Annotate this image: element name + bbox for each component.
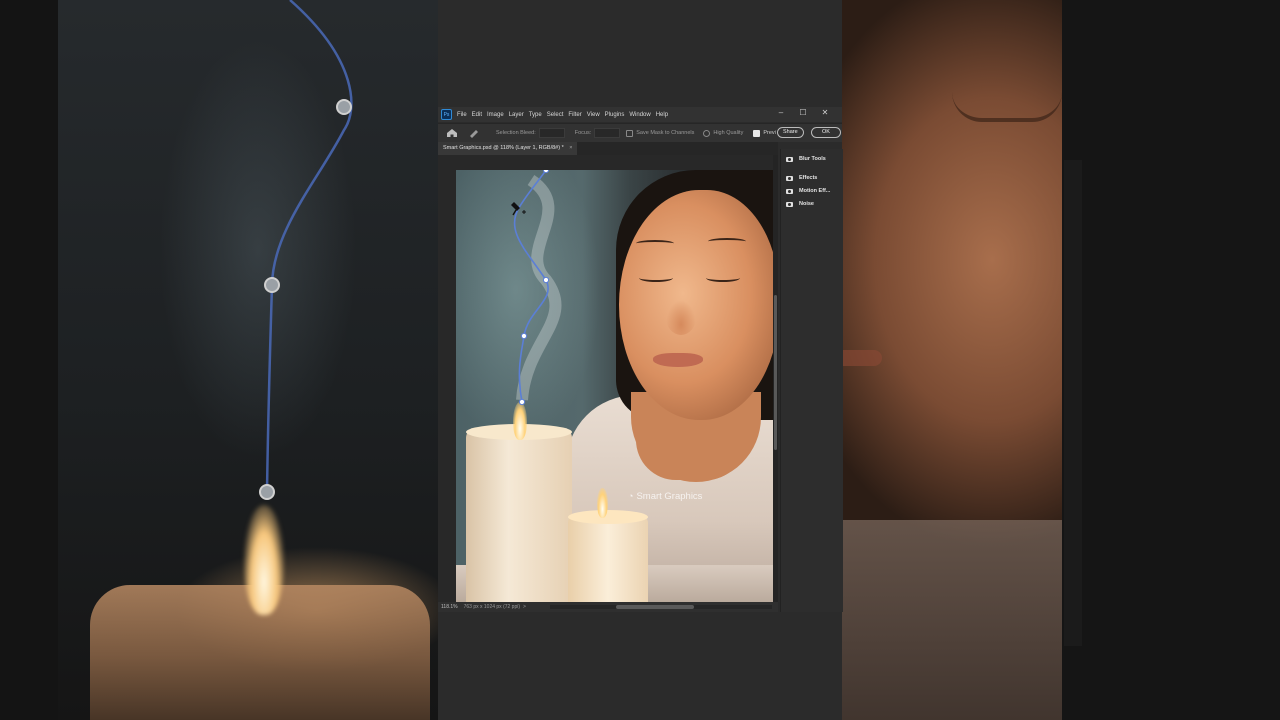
blurred-anchor-point	[336, 99, 352, 115]
selection-bleed-input[interactable]	[538, 128, 565, 138]
vertical-scrollbar[interactable]	[773, 155, 778, 602]
minimize-button[interactable]: –	[770, 107, 792, 119]
menu-layer[interactable]: Layer	[509, 112, 524, 118]
panel-toggle-icon[interactable]	[786, 188, 793, 194]
document-dimensions: 763 px x 1024 px (72 ppi)	[463, 604, 521, 610]
document-tab-bar: Smart Graphics.psd @ 118% (Layer 1, RGB/…	[438, 142, 778, 155]
focus-label: Focus:	[574, 130, 592, 136]
menu-type[interactable]: Type	[529, 112, 542, 118]
save-mask-label: Save Mask to Channels	[636, 130, 695, 136]
watermark: ◔ Smart Graphics	[628, 491, 702, 502]
document-tab[interactable]: Smart Graphics.psd @ 118% (Layer 1, RGB/…	[438, 142, 578, 155]
selection-bleed-label: Selection Bleed:	[496, 130, 536, 136]
blurred-anchor-point	[264, 277, 280, 293]
background-right-blurred	[842, 0, 1062, 720]
maximize-button[interactable]: ☐	[792, 107, 814, 119]
menu-help[interactable]: Help	[656, 112, 668, 118]
panel-item-label: Noise	[799, 201, 814, 207]
high-quality-checkbox[interactable]	[703, 129, 711, 137]
horizontal-scrollbar[interactable]	[550, 605, 772, 609]
pin-cursor-icon	[511, 202, 526, 216]
zoom-level[interactable]: 118.1%	[441, 604, 458, 610]
blurred-sweater	[842, 520, 1062, 720]
panel-toggle-icon[interactable]	[786, 175, 793, 181]
tab-close-icon[interactable]: ×	[569, 145, 572, 151]
watermark-text: Smart Graphics	[636, 491, 703, 502]
path-anchor-point[interactable]	[542, 276, 550, 284]
panel-toggle-icon[interactable]	[786, 156, 793, 162]
ok-button[interactable]: OK	[811, 127, 841, 138]
window-controls: – ☐ ✕	[770, 107, 836, 119]
background-left-blurred	[58, 0, 438, 720]
smart-graphics-logo-icon: ◔	[628, 491, 634, 501]
menu-window[interactable]: Window	[629, 112, 650, 118]
menu-select[interactable]: Select	[547, 112, 564, 118]
menu-view[interactable]: View	[587, 112, 600, 118]
path-anchor-point[interactable]	[520, 332, 528, 340]
vertical-scroll-thumb[interactable]	[774, 295, 777, 450]
photoshop-window: Ps File Edit Image Layer Type Select Fil…	[438, 0, 843, 720]
blurred-lips	[842, 350, 882, 366]
panel-item-label: Blur Tools	[799, 156, 826, 162]
preview-label: Previ	[763, 130, 776, 136]
panel-item-label: Motion Eff...	[799, 188, 831, 194]
blurred-path-overlay	[259, 0, 353, 500]
status-arrow-icon[interactable]: >	[523, 604, 526, 610]
path-anchor-point[interactable]	[518, 398, 526, 406]
home-icon[interactable]	[446, 128, 458, 138]
panel-item-blur-tools[interactable]: Blur Tools	[786, 154, 826, 164]
menu-items: File Edit Image Layer Type Select Filter…	[457, 112, 673, 118]
options-bar: Selection Bleed: Focus: Save Mask to Cha…	[438, 123, 842, 142]
blurred-anchor-point	[259, 484, 275, 500]
high-quality-label: High Quality	[713, 130, 744, 136]
document-image[interactable]: ◔ Smart Graphics	[456, 170, 773, 603]
panel-item-label: Effects	[799, 175, 818, 181]
preview-checkbox[interactable]	[753, 129, 761, 137]
panel-item-noise[interactable]: Noise	[786, 199, 814, 209]
smoke-path-overlay[interactable]	[456, 170, 773, 603]
focus-input[interactable]	[594, 128, 621, 138]
menu-image[interactable]: Image	[487, 112, 504, 118]
share-button[interactable]: Share	[777, 127, 804, 138]
horizontal-scroll-thumb[interactable]	[616, 605, 694, 609]
blur-brush-tool-icon[interactable]	[468, 128, 478, 138]
menu-file[interactable]: File	[457, 112, 467, 118]
path-anchor-point[interactable]	[542, 170, 550, 174]
menu-plugins[interactable]: Plugins	[605, 112, 625, 118]
document-tab-label: Smart Graphics.psd @ 118% (Layer 1, RGB/…	[443, 145, 564, 151]
photoshop-logo-icon: Ps	[441, 109, 452, 120]
canvas-area[interactable]: ◔ Smart Graphics	[438, 155, 778, 603]
menu-bar: Ps File Edit Image Layer Type Select Fil…	[438, 107, 842, 122]
close-button[interactable]: ✕	[814, 107, 836, 119]
menu-edit[interactable]: Edit	[472, 112, 482, 118]
save-mask-checkbox[interactable]	[626, 129, 634, 137]
blurred-eye	[952, 92, 1062, 122]
panel-item-motion-effects[interactable]: Motion Eff...	[786, 186, 830, 196]
panel-item-effects[interactable]: Effects	[786, 173, 817, 183]
blur-gallery-panel: Blur Tools Effects Motion Eff... Noise	[780, 149, 843, 612]
edge-strip	[1064, 160, 1082, 646]
background-right-edge	[1062, 0, 1280, 720]
smoke-trail	[516, 175, 562, 401]
menu-filter[interactable]: Filter	[568, 112, 581, 118]
status-bar: 118.1% 763 px x 1024 px (72 ppi) >	[438, 602, 778, 612]
panel-toggle-icon[interactable]	[786, 201, 793, 207]
